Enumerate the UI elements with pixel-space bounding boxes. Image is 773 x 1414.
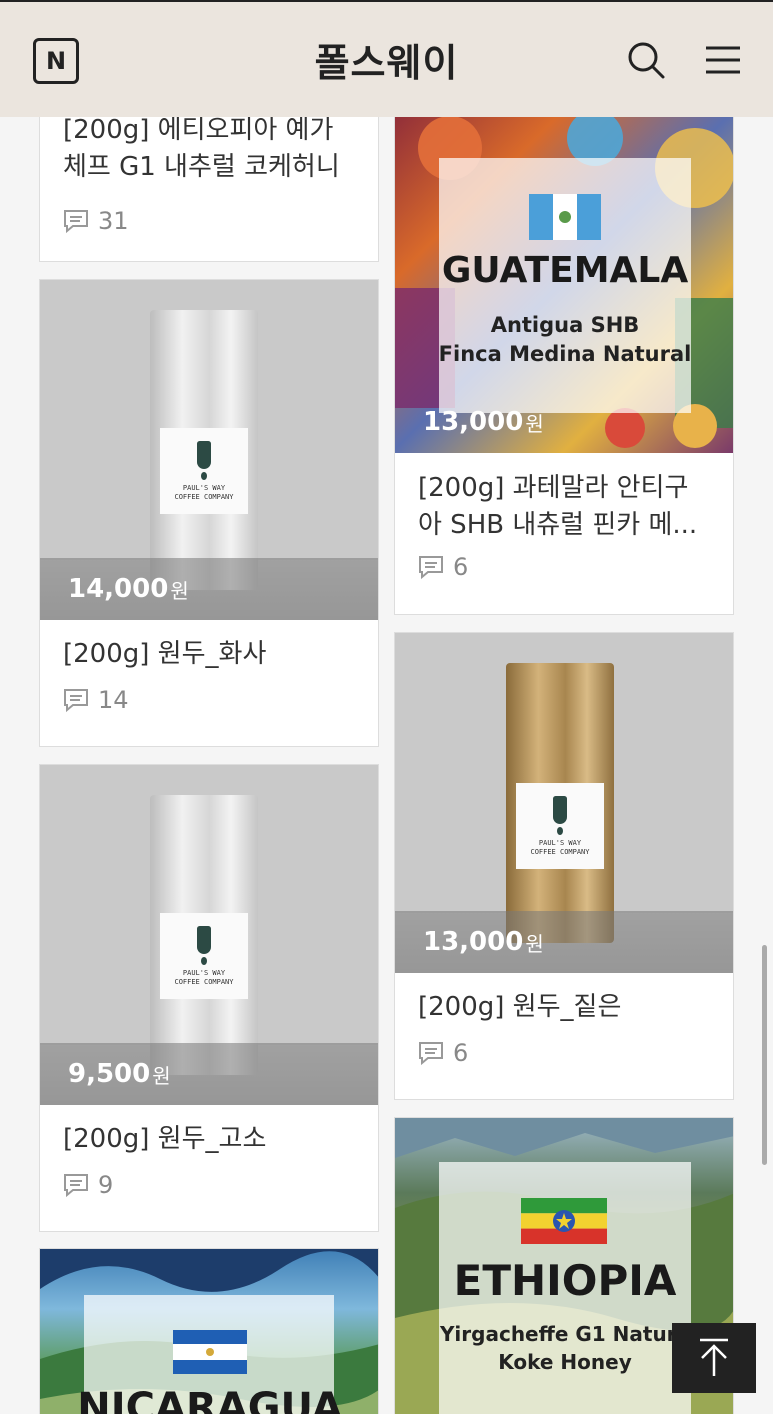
logo-letter: N: [45, 47, 67, 75]
comment-count: 6: [417, 553, 468, 581]
comment-icon: [64, 1174, 88, 1198]
poster-country: ETHIOPIA: [453, 1256, 677, 1305]
price: 14,000: [68, 574, 169, 604]
vertical-scrollbar[interactable]: [762, 945, 767, 1165]
product-title: [200g] 원두_고소: [63, 1124, 267, 1154]
product-card-guatemala[interactable]: GUATEMALA Antigua SHB Finca Medina Natur…: [394, 117, 734, 615]
product-thumbnail: PAUL'S WAY COFFEE COMPANY 14,000 원: [40, 280, 378, 620]
hamburger-menu-icon[interactable]: [703, 40, 743, 80]
price: 9,500: [68, 1059, 151, 1089]
product-card-nicaragua[interactable]: NICARAGUA: [39, 1248, 379, 1414]
product-grid: [200g] 에티오피아 예가 체프 G1 내추럴 코케허니 31 PAUL'S…: [0, 117, 773, 1414]
product-card-hwasa[interactable]: PAUL'S WAY COFFEE COMPANY 14,000 원 [200g]…: [39, 279, 379, 747]
coffee-bag-image: PAUL'S WAY COFFEE COMPANY: [506, 663, 614, 943]
comment-count: 31: [62, 207, 129, 235]
comment-icon: [64, 210, 88, 234]
product-card-gosso[interactable]: PAUL'S WAY COFFEE COMPANY 9,500 원 [200g] …: [39, 764, 379, 1232]
price-unit: 원: [525, 411, 544, 436]
product-thumbnail: NICARAGUA: [40, 1249, 378, 1414]
poster-country: GUATEMALA: [441, 250, 689, 291]
comment-count: 6: [417, 1039, 468, 1067]
price-unit: 원: [525, 931, 544, 956]
nicaragua-flag-icon: [173, 1330, 247, 1374]
comment-icon: [419, 1042, 443, 1066]
poster-country: NICARAGUA: [77, 1385, 343, 1414]
price-unit: 원: [170, 578, 189, 603]
search-icon[interactable]: [626, 40, 666, 80]
product-thumbnail: PAUL'S WAY COFFEE COMPANY 13,000 원: [395, 633, 733, 973]
coffee-bag-image: PAUL'S WAY COFFEE COMPANY: [150, 310, 258, 590]
price: 13,000: [423, 407, 524, 437]
poster-subtitle: Antigua SHB: [490, 313, 640, 337]
price-overlay: 9,500 원: [40, 1043, 378, 1105]
coffee-bag-image: PAUL'S WAY COFFEE COMPANY: [150, 795, 258, 1075]
comment-icon: [64, 689, 88, 713]
price-unit: 원: [152, 1063, 171, 1088]
price-overlay: 14,000 원: [40, 558, 378, 620]
product-title: [200g] 과테말라 안티구 아 SHB 내츄럴 핀카 메...: [418, 473, 698, 540]
scroll-to-top-button[interactable]: [672, 1323, 756, 1393]
price: 13,000: [423, 927, 524, 957]
product-title: [200g] 원두_짙은: [418, 992, 622, 1022]
product-thumbnail: GUATEMALA Antigua SHB Finca Medina Natur…: [395, 117, 733, 453]
price-overlay: 13,000 원: [395, 911, 733, 973]
product-thumbnail: PAUL'S WAY COFFEE COMPANY 9,500 원: [40, 765, 378, 1105]
guatemala-flag-icon: [529, 194, 601, 240]
store-title[interactable]: 폴스웨이: [315, 32, 459, 87]
poster-subtitle: Finca Medina Natural: [438, 342, 692, 366]
top-header: N 폴스웨이: [0, 0, 773, 117]
product-title: [200g] 원두_화사: [63, 639, 267, 669]
comment-icon: [419, 556, 443, 580]
product-title: [200g] 에티오피아 예가 체프 G1 내추럴 코케허니: [63, 117, 340, 182]
naver-logo-icon[interactable]: N: [33, 38, 79, 84]
product-card-jiteun[interactable]: PAUL'S WAY COFFEE COMPANY 13,000 원 [200g]…: [394, 632, 734, 1100]
comment-count: 9: [62, 1171, 113, 1199]
price-overlay: 13,000 원: [395, 391, 733, 453]
ethiopia-flag-icon: [521, 1198, 607, 1244]
arrow-up-to-top-icon: [700, 1338, 728, 1376]
product-card-ethiopia-koke[interactable]: [200g] 에티오피아 예가 체프 G1 내추럴 코케허니 31: [39, 117, 379, 262]
comment-count: 14: [62, 686, 129, 714]
